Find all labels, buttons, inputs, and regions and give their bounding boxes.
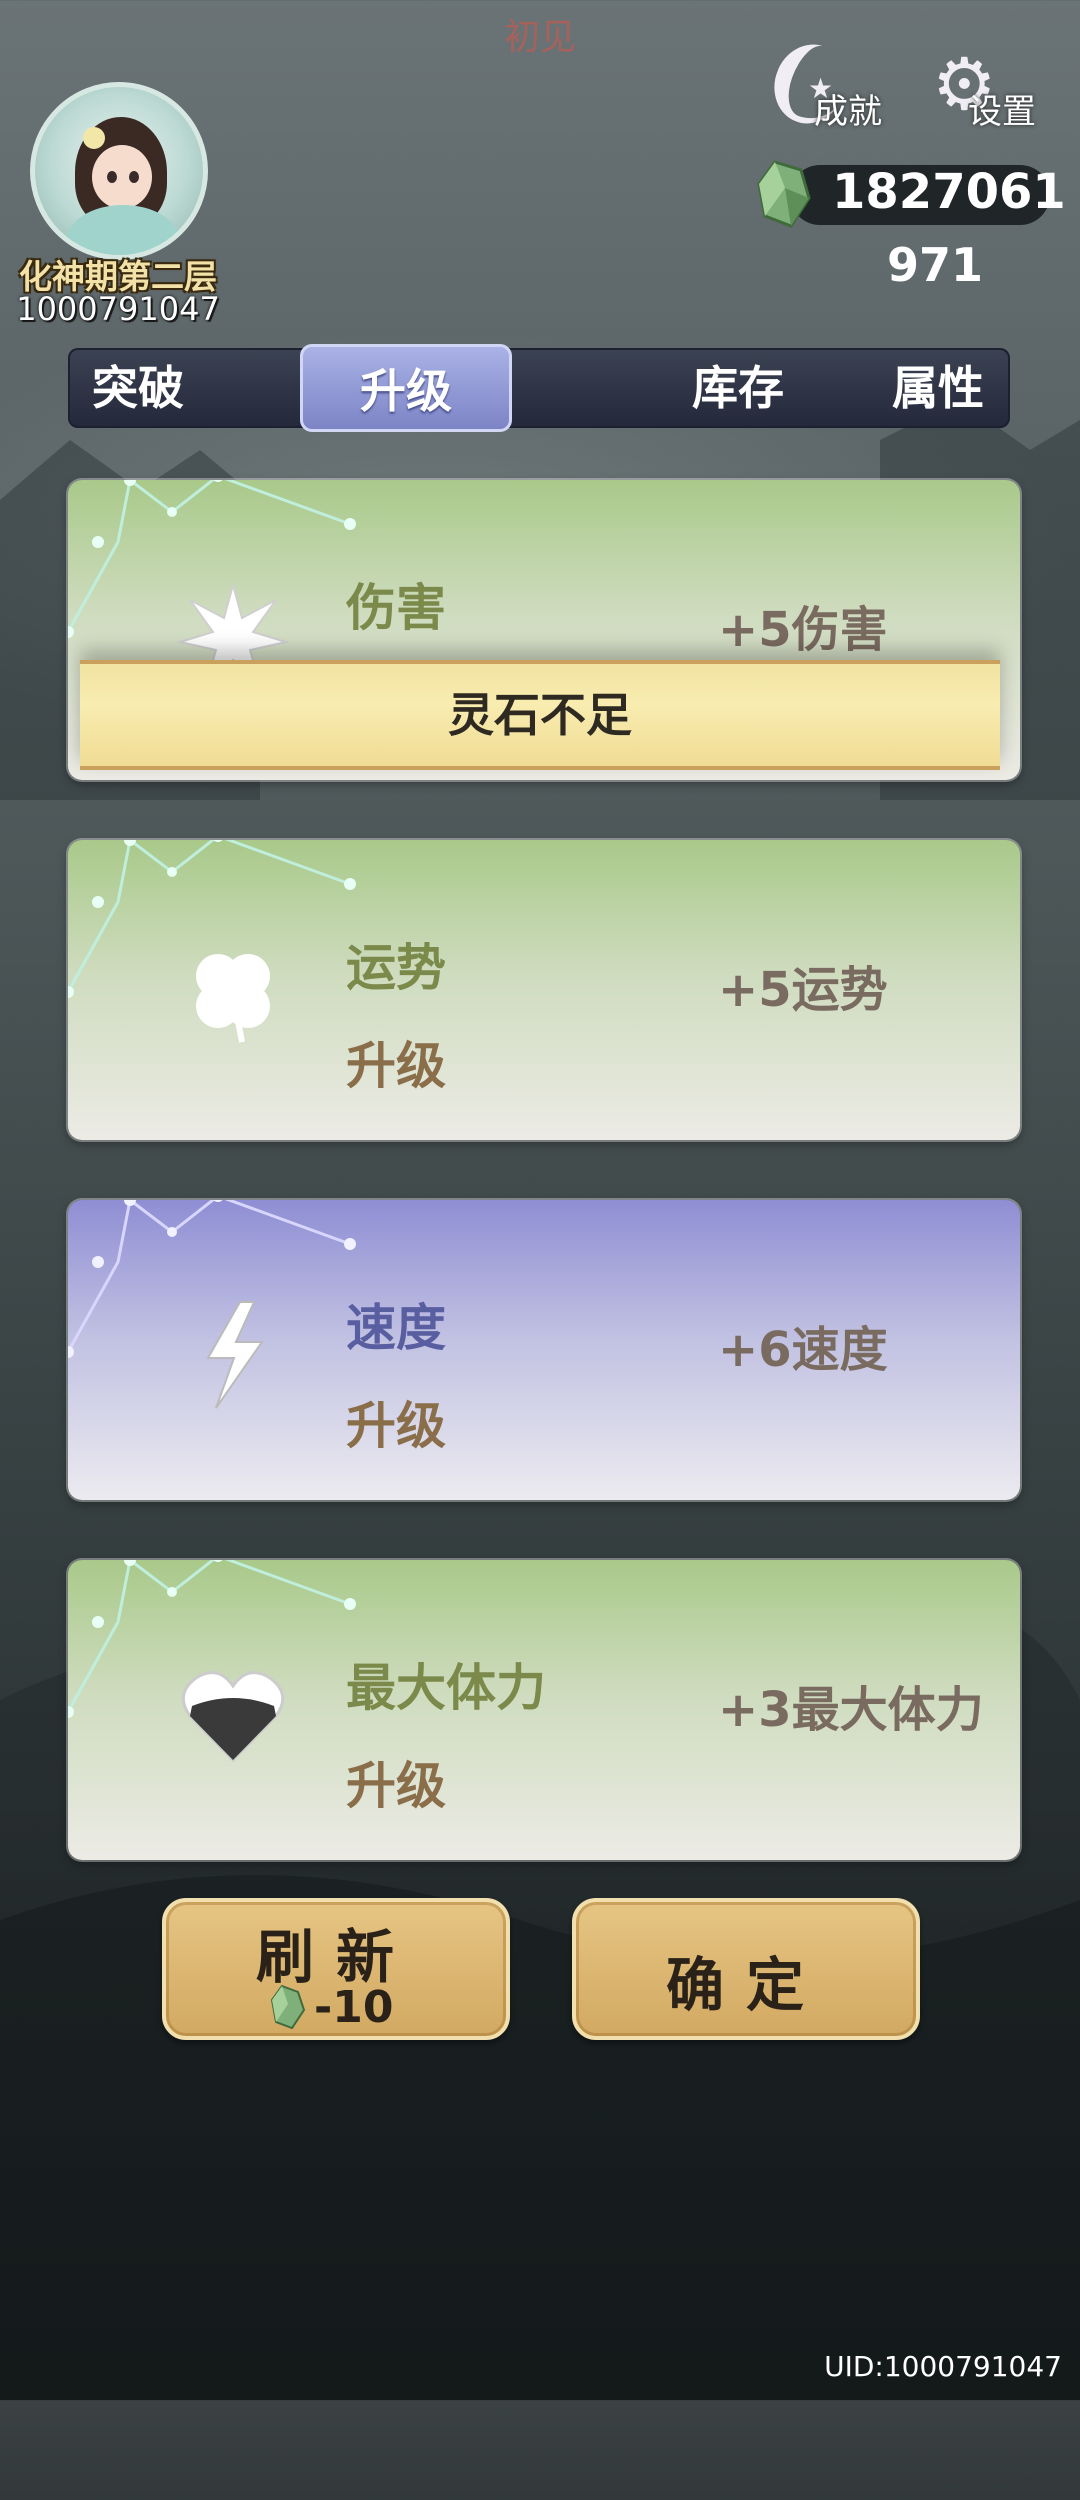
spirit-stone-icon — [270, 1984, 306, 2030]
card-title: 最大体力 — [346, 1659, 546, 1717]
heart-icon — [181, 1671, 285, 1763]
refresh-cost: -10 — [314, 1982, 394, 2033]
card-action: 升级 — [346, 1397, 446, 1455]
tab-upgrade[interactable]: 升级 — [300, 344, 512, 432]
tab-attributes[interactable]: 属性 — [868, 348, 1008, 428]
card-title: 速度 — [346, 1299, 446, 1357]
toast-message: 灵石不足 — [448, 688, 632, 742]
upgrade-card-luck[interactable]: 运势 升级 +5运势 — [68, 840, 1020, 1140]
card-effect: +3最大体力 — [718, 1682, 984, 1738]
card-effect: +5运势 — [718, 962, 888, 1018]
secondary-amount: 971 — [886, 238, 984, 292]
upgrade-card-speed[interactable]: 速度 升级 +6速度 — [68, 1200, 1020, 1500]
insufficient-stones-toast: 灵石不足 — [80, 660, 1000, 770]
tab-inventory[interactable]: 库存 — [608, 348, 868, 428]
card-title: 伤害 — [346, 579, 446, 637]
stage-title: 初见 — [503, 17, 576, 58]
refresh-button[interactable]: 刷新 -10 — [162, 1898, 510, 2040]
card-action: 升级 — [346, 1037, 446, 1095]
clover-icon — [196, 954, 270, 1043]
background-hills — [0, 1608, 1080, 2400]
card-action: 升级 — [346, 1757, 446, 1815]
uid-label: UID:1000791047 — [824, 2350, 1062, 2383]
spirit-stone-icon — [757, 160, 811, 228]
confirm-label: 确定 — [665, 1951, 826, 2019]
lightning-icon — [206, 1301, 264, 1409]
upgrade-card-max-stamina[interactable]: 最大体力 升级 +3最大体力 — [68, 1560, 1020, 1860]
card-effect: +6速度 — [718, 1322, 888, 1378]
player-id: 1000791047 — [16, 290, 220, 328]
tab-bar: 突破 升级 库存 属性 — [68, 344, 1010, 432]
settings-label: 设置 — [968, 92, 1036, 132]
card-title: 运势 — [346, 939, 446, 997]
card-effect: +5伤害 — [718, 602, 888, 658]
confirm-button[interactable]: 确定 — [572, 1898, 920, 2040]
tab-breakthrough[interactable]: 突破 — [68, 348, 208, 428]
spirit-stone-amount: 1827061 — [832, 164, 1066, 220]
achievements-label: 成就 — [814, 92, 882, 132]
player-avatar[interactable] — [30, 82, 208, 260]
settings-button[interactable]: ⚙ 设置 — [924, 44, 1054, 134]
achievements-button[interactable]: ★ 成就 — [763, 34, 900, 134]
